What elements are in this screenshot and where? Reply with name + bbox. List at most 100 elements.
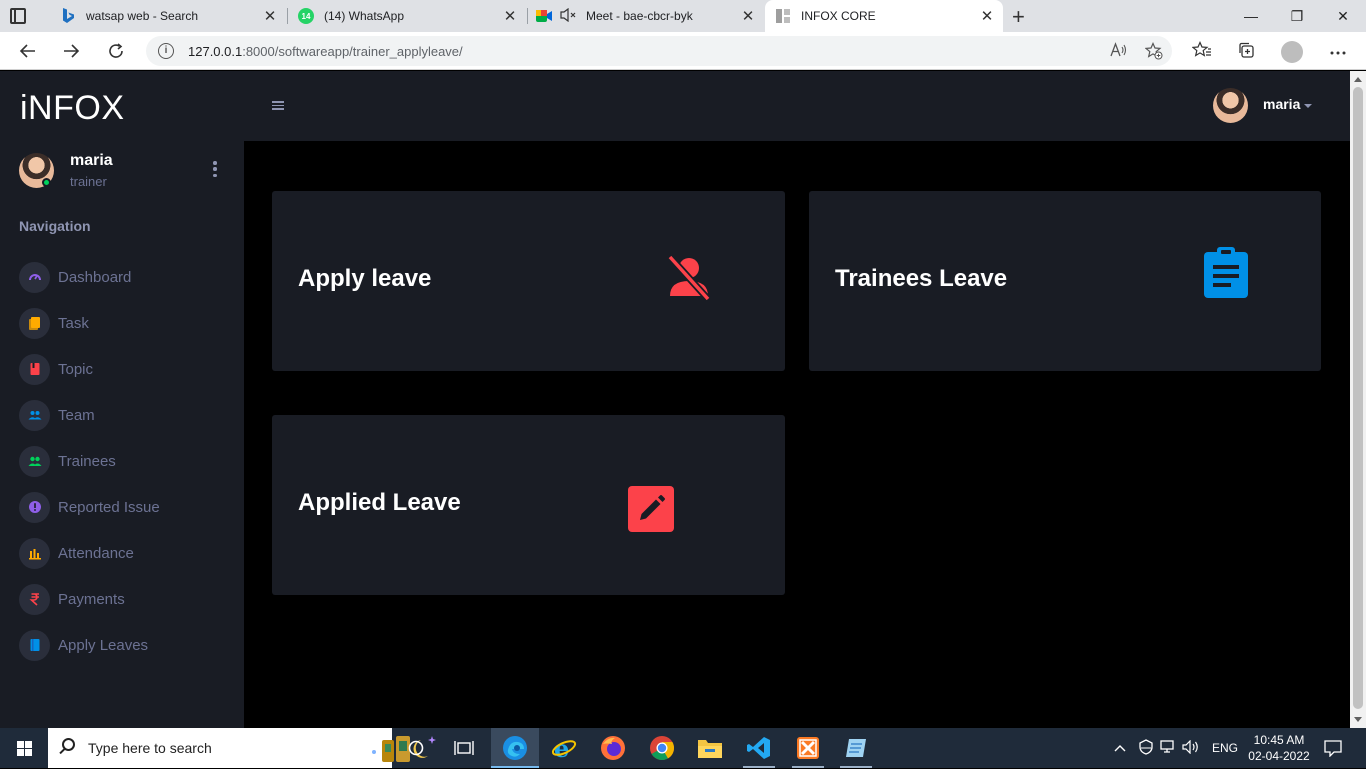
minimize-button[interactable]: — <box>1228 0 1274 32</box>
search-icon <box>62 738 75 751</box>
profile-avatar[interactable] <box>1281 41 1303 63</box>
chevron-up-icon[interactable] <box>1114 741 1130 755</box>
tab-actions-icon[interactable] <box>10 8 26 24</box>
bar-chart-icon <box>19 537 50 569</box>
sidebar-item-payments[interactable]: Payments <box>0 576 244 622</box>
system-tray: ENG <box>1114 728 1238 768</box>
notepad-icon[interactable] <box>832 728 880 768</box>
url-path: :8000/softwareapp/trainer_applyleave/ <box>242 44 463 59</box>
muted-speaker-icon[interactable] <box>560 7 578 25</box>
volume-icon[interactable] <box>1182 739 1208 757</box>
new-tab-button[interactable]: + <box>1012 4 1025 30</box>
nav-section-title: Navigation <box>19 218 91 234</box>
url-text[interactable]: 127.0.0.1:8000/softwareapp/trainer_apply… <box>188 44 463 59</box>
firefox-icon[interactable] <box>589 728 637 768</box>
sidebar-item-attendance[interactable]: Attendance <box>0 530 244 576</box>
task-view-icon[interactable] <box>440 728 488 768</box>
sidebar-item-trainees[interactable]: Trainees <box>0 438 244 484</box>
sidebar-item-apply-leaves[interactable]: Apply Leaves <box>0 622 244 668</box>
read-aloud-icon[interactable] <box>1109 42 1127 61</box>
menu-toggle-icon[interactable] <box>272 101 284 110</box>
sidebar-item-dashboard[interactable]: Dashboard <box>0 254 244 300</box>
xampp-icon[interactable] <box>784 728 832 768</box>
card-title: Apply leave <box>298 265 432 292</box>
restore-button[interactable]: ❐ <box>1274 0 1320 32</box>
bing-icon <box>60 8 76 24</box>
more-options-icon[interactable] <box>1328 41 1348 61</box>
applied-leave-card[interactable]: Applied Leave <box>272 415 785 595</box>
close-tab-icon[interactable]: ✕ <box>502 7 518 25</box>
close-tab-icon[interactable]: ✕ <box>262 7 278 25</box>
brand-logo[interactable]: iNFOX <box>20 89 125 128</box>
cortana-icon[interactable] <box>392 728 440 768</box>
close-window-button[interactable]: ✕ <box>1320 0 1366 32</box>
avatar[interactable] <box>1213 88 1248 123</box>
scroll-down-arrow[interactable] <box>1354 717 1362 722</box>
top-navbar: maria <box>244 71 1350 141</box>
notification-icon[interactable] <box>1324 739 1342 762</box>
account-off-icon <box>666 254 712 307</box>
close-tab-icon[interactable]: ✕ <box>979 7 995 25</box>
taskbar-clock[interactable]: 10:45 AM 02-04-2022 <box>1248 732 1310 764</box>
site-info-icon[interactable]: i <box>158 43 174 59</box>
back-button[interactable] <box>15 38 41 64</box>
sidebar-nav: Dashboard Task Topic Team Trainees Repor… <box>0 254 244 668</box>
clipboard-text-icon <box>1203 247 1249 304</box>
favorites-icon[interactable] <box>1191 41 1212 61</box>
sidebar-item-task[interactable]: Task <box>0 300 244 346</box>
taskbar-search-box[interactable]: Type here to search <box>48 728 436 768</box>
page-icon <box>775 8 791 24</box>
language-indicator[interactable]: ENG <box>1212 741 1238 755</box>
browser-tab-whatsapp[interactable]: 14 (14) WhatsApp ✕ <box>288 0 526 32</box>
top-user-name[interactable]: maria <box>1263 96 1300 112</box>
scroll-up-arrow[interactable] <box>1354 77 1362 82</box>
internet-explorer-icon[interactable]: e <box>540 728 588 768</box>
book-icon <box>19 353 50 385</box>
profile-options-icon[interactable] <box>212 161 218 177</box>
refresh-button[interactable] <box>103 38 129 64</box>
chrome-icon[interactable] <box>638 728 686 768</box>
clipboard-icon <box>19 307 50 339</box>
whatsapp-icon: 14 <box>298 8 314 24</box>
windows-start-icon[interactable] <box>17 741 32 756</box>
card-title: Trainees Leave <box>835 265 1008 292</box>
browser-tab-search[interactable]: watsap web - Search ✕ <box>46 0 286 32</box>
close-tab-icon[interactable]: ✕ <box>740 7 756 25</box>
browser-tab-infox[interactable]: INFOX CORE ✕ <box>765 0 1003 32</box>
sidebar-item-label: Apply Leaves <box>58 636 149 654</box>
tab-title: (14) WhatsApp <box>324 9 405 23</box>
taskbar-search-placeholder: Type here to search <box>88 740 212 756</box>
browser-toolbar: i 127.0.0.1:8000/softwareapp/trainer_app… <box>0 32 1366 70</box>
browser-tab-meet[interactable]: Meet - bae-cbcr-byk ✕ <box>528 0 764 32</box>
sidebar-item-label: Topic <box>58 360 94 378</box>
collections-icon[interactable] <box>1236 41 1256 61</box>
security-icon[interactable] <box>1138 738 1160 758</box>
app-root: iNFOX maria trainer Navigation Dashboard… <box>0 71 1350 728</box>
vscode-icon[interactable] <box>735 728 783 768</box>
browser-tab-strip: watsap web - Search ✕ 14 (14) WhatsApp ✕… <box>0 0 1366 32</box>
sidebar-item-reported-issue[interactable]: Reported Issue <box>0 484 244 530</box>
clock-date: 02-04-2022 <box>1248 749 1310 763</box>
file-explorer-icon[interactable] <box>686 728 734 768</box>
clock-time: 10:45 AM <box>1253 733 1305 747</box>
book-blue-icon <box>19 629 50 661</box>
trainees-leave-card[interactable]: Trainees Leave <box>809 191 1321 371</box>
address-bar[interactable]: i 127.0.0.1:8000/softwareapp/trainer_app… <box>146 36 1172 66</box>
url-host: 127.0.0.1 <box>188 44 243 59</box>
sidebar-item-label: Trainees <box>58 452 116 470</box>
add-favorite-icon[interactable] <box>1144 42 1163 63</box>
sidebar-item-label: Reported Issue <box>58 498 160 516</box>
sidebar-item-label: Team <box>58 406 95 424</box>
forward-button[interactable] <box>58 38 84 64</box>
network-icon[interactable] <box>1160 739 1182 757</box>
sidebar-item-label: Task <box>58 314 89 332</box>
chevron-down-icon[interactable] <box>1304 104 1312 108</box>
sidebar-item-team[interactable]: Team <box>0 392 244 438</box>
page-scrollbar[interactable] <box>1350 71 1366 728</box>
alert-icon <box>19 491 50 523</box>
scrollbar-thumb[interactable] <box>1353 87 1363 709</box>
windows-taskbar: Type here to search e ENG 10:45 AM 02-04… <box>0 728 1366 768</box>
apply-leave-card[interactable]: Apply leave <box>272 191 785 371</box>
edge-icon[interactable] <box>491 728 539 768</box>
sidebar-item-topic[interactable]: Topic <box>0 346 244 392</box>
